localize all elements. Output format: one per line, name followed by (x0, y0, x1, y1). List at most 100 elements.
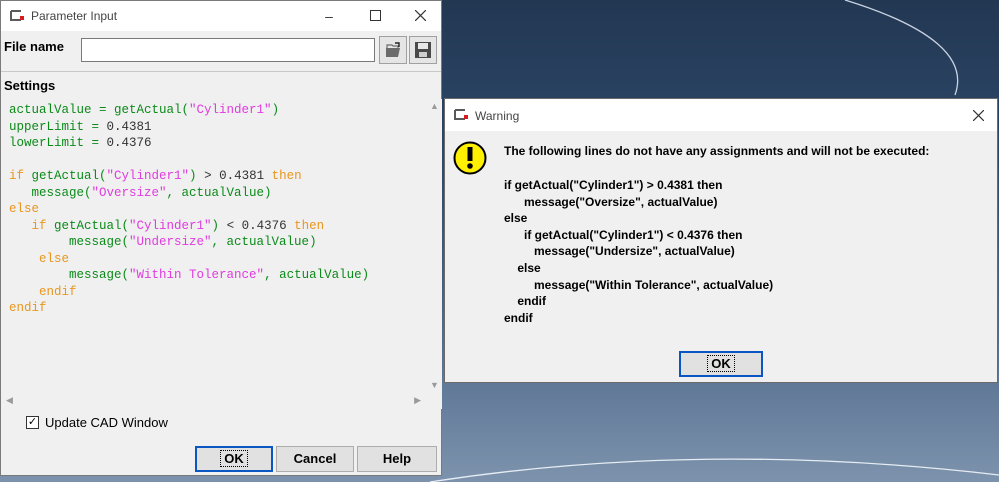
code-token: "Cylinder1" (189, 103, 272, 117)
code-token: getActual( (114, 103, 190, 117)
app-logo-icon (454, 109, 468, 120)
update-cad-checkbox[interactable]: ✓ (26, 416, 39, 429)
horizontal-scrollbar[interactable]: ◀ ▶ (2, 392, 425, 409)
warning-detail-line: else (504, 211, 528, 226)
code-token: 0.4376 (106, 136, 152, 150)
code-token: upperLimit = (9, 119, 107, 134)
code-token: endif (9, 284, 77, 299)
code-token: , actualValue) (211, 235, 317, 249)
warning-detail-lines: if getActual("Cylinder1") > 0.4381 then … (504, 177, 773, 326)
cancel-label: Cancel (293, 451, 337, 466)
code-token: , actualValue) (264, 268, 370, 282)
code-token: message( (9, 268, 130, 282)
minimize-button[interactable]: – (306, 1, 352, 31)
code-token: then (286, 218, 325, 233)
code-token: ) (271, 103, 280, 117)
code-line: message("Undersize", actualValue) (9, 234, 369, 251)
code-line: upperLimit = 0.4381 (9, 119, 369, 136)
code-token: > (196, 169, 220, 183)
scroll-right-icon[interactable]: ▶ (414, 395, 421, 406)
code-token: "Cylinder1" (129, 218, 212, 233)
code-token: getActual( (54, 218, 130, 233)
warning-detail-line: endif (504, 310, 533, 325)
code-line: lowerLimit = 0.4376 (9, 135, 369, 152)
code-token: if (9, 169, 32, 183)
code-token: then (264, 169, 302, 183)
maximize-icon (369, 10, 381, 21)
file-name-input[interactable] (81, 38, 375, 62)
warning-close-button[interactable] (955, 101, 999, 131)
file-name-label: File name (4, 39, 64, 54)
vertical-scrollbar[interactable]: ▲ ▼ (425, 99, 442, 392)
title-bar[interactable]: Parameter Input – (1, 1, 441, 31)
warning-detail-line: else (504, 260, 541, 275)
ok-label: OK (220, 450, 248, 467)
settings-label: Settings (4, 78, 56, 93)
code-token: ) (211, 218, 220, 233)
code-token: else (9, 202, 40, 216)
warning-detail-line: message("Within Tolerance", actualValue) (504, 277, 774, 292)
warning-ok-button[interactable]: OK (679, 351, 763, 377)
code-token: "Within Tolerance" (129, 268, 265, 282)
code-token: message( (9, 185, 92, 200)
close-icon (972, 109, 984, 122)
ok-button[interactable]: OK (195, 446, 273, 472)
cancel-button[interactable]: Cancel (276, 446, 354, 472)
code-token: if (9, 218, 55, 233)
scroll-up-icon[interactable]: ▲ (430, 101, 439, 111)
code-token: ) (189, 169, 197, 183)
code-token: 0.4381 (219, 169, 265, 183)
code-line: if getActual("Cylinder1") > 0.4381 then (9, 168, 369, 185)
close-icon (414, 9, 426, 22)
warning-detail-line: message("Undersize", actualValue) (504, 244, 735, 259)
warning-message: The following lines do not have any assi… (504, 144, 930, 158)
save-file-button[interactable] (409, 36, 437, 64)
warning-detail-line: if getActual("Cylinder1") > 0.4381 then (504, 178, 723, 192)
help-button[interactable]: Help (357, 446, 437, 472)
separator (1, 71, 441, 72)
code-token: < (219, 218, 242, 233)
help-label: Help (382, 451, 412, 466)
maximize-button[interactable] (352, 1, 398, 31)
code-line: if getActual("Cylinder1") < 0.4376 then (9, 218, 369, 235)
code-token: message( (9, 235, 130, 249)
window-title: Parameter Input (31, 9, 118, 23)
code-token: else (9, 251, 70, 266)
warning-dialog: Warning The following lines do not have … (444, 98, 998, 383)
app-logo-icon (10, 10, 24, 21)
code-line: else (9, 201, 369, 218)
folder-open-icon (386, 42, 400, 57)
code-token: 0.4376 (241, 218, 287, 233)
code-line: endif (9, 300, 369, 317)
code-text[interactable]: actualValue = getActual("Cylinder1") uppe… (9, 102, 369, 317)
code-line: message("Oversize", actualValue) (9, 185, 369, 202)
warning-detail-line: endif (504, 294, 546, 309)
close-button[interactable] (397, 1, 443, 31)
code-line: endif (9, 284, 369, 301)
warning-title: Warning (475, 109, 520, 123)
code-line: message("Within Tolerance", actualValue) (9, 267, 369, 284)
floppy-save-icon (415, 42, 431, 58)
code-line: actualValue = getActual("Cylinder1") (9, 102, 369, 119)
code-token: getActual( (31, 169, 107, 183)
code-token: 0.4381 (106, 119, 152, 134)
code-token: "Cylinder1" (106, 169, 190, 183)
warning-detail-line: message("Oversize", actualValue) (504, 194, 718, 209)
scroll-down-icon[interactable]: ▼ (430, 380, 439, 390)
code-line: else (9, 251, 369, 268)
exclamation-icon (453, 141, 487, 175)
code-token: "Undersize" (129, 235, 212, 249)
update-cad-label[interactable]: Update CAD Window (45, 415, 168, 430)
code-token: endif (9, 301, 47, 315)
warning-ok-label: OK (707, 355, 735, 372)
open-file-button[interactable] (379, 36, 407, 64)
settings-code-editor[interactable]: actualValue = getActual("Cylinder1") uppe… (2, 99, 442, 409)
warning-detail-line: if getActual("Cylinder1") < 0.4376 then (504, 227, 743, 242)
parameter-input-dialog: Parameter Input – File name Settings act… (0, 0, 442, 476)
code-token: "Oversize" (91, 185, 167, 200)
code-token: lowerLimit = (9, 136, 107, 150)
code-token: actualValue = (9, 103, 115, 117)
warning-title-bar[interactable]: Warning (445, 99, 997, 131)
scroll-left-icon[interactable]: ◀ (6, 395, 13, 406)
